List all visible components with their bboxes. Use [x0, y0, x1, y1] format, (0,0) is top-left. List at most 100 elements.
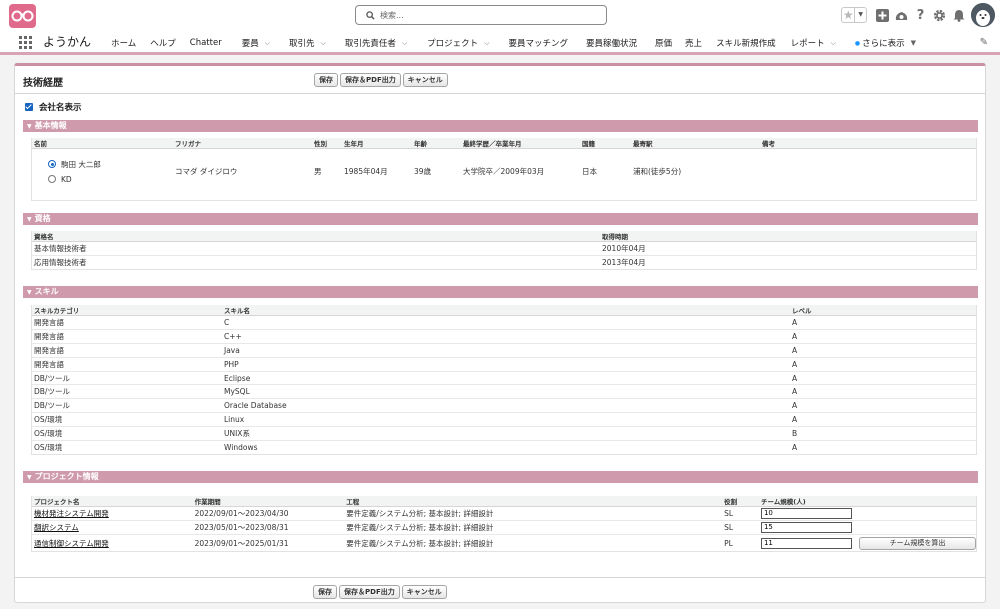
collapse-triangle-icon[interactable]: ▼ [27, 123, 32, 130]
project-period: 2023/05/01～2023/08/31 [192, 520, 345, 535]
collapse-triangle-icon[interactable]: ▼ [27, 216, 32, 223]
name-option-initials[interactable]: KD [34, 172, 173, 187]
project-role: SL [722, 506, 759, 521]
section-header-projects[interactable]: ▼ プロジェクト情報 [23, 471, 978, 483]
save-pdf-button[interactable]: 保存＆PDF出力 [340, 73, 401, 87]
company-display-label: 会社名表示 [39, 103, 82, 113]
skill-name: C++ [222, 329, 790, 344]
nav-tab-item[interactable]: Chatter [190, 31, 222, 55]
app-logo[interactable] [9, 4, 36, 28]
nav-tab-label: 売上 [685, 39, 703, 49]
chevron-down-icon[interactable]: ⌵ [321, 39, 326, 48]
chevron-down-icon[interactable]: ▼ [911, 39, 916, 47]
chevron-down-icon[interactable]: ⌵ [831, 39, 836, 48]
company-display-checkbox[interactable]: 会社名表示 [25, 101, 82, 113]
qualifications-box: 資格名 取得時期 基本情報技術者 2010年04月 応用情報技術者 2013年04月 [31, 231, 977, 271]
col-gender: 性別 [312, 138, 342, 149]
calculate-team-size-button[interactable]: チーム規模を算出 [859, 536, 976, 550]
global-search[interactable] [355, 5, 607, 25]
app-name: ようかん [43, 35, 92, 49]
project-process: 要件定義/システム分析; 基本設計; 詳細設計 [344, 506, 723, 521]
nav-tab-item[interactable]: ● さらに表示 ▼ [855, 31, 916, 55]
radio-unselected-icon[interactable] [48, 175, 56, 184]
nav-tab-item[interactable]: 取引先責任者 ⌵ [345, 31, 407, 55]
nav-tab-label: 要員稼働状況 [586, 39, 638, 49]
project-name-link[interactable]: 通信制御システム開発 [34, 539, 109, 548]
checkbox-checked-icon[interactable] [25, 103, 33, 111]
save-pdf-button[interactable]: 保存＆PDF出力 [339, 585, 400, 599]
save-button[interactable]: 保存 [313, 585, 337, 599]
nav-tab-item[interactable]: 要員稼働状況 [586, 31, 637, 55]
table-row: DB/ツール Oracle Database A [32, 398, 976, 414]
collapse-triangle-icon[interactable]: ▼ [27, 474, 32, 481]
chevron-down-icon[interactable]: ⌵ [402, 39, 407, 48]
qualification-name: 基本情報技術者 [32, 241, 600, 256]
chevron-down-icon[interactable]: ⌵ [484, 39, 489, 48]
section-header-basic[interactable]: ▼ 基本情報 [23, 120, 978, 132]
app-launcher-icon[interactable] [19, 36, 32, 49]
cancel-button[interactable]: キャンセル [402, 73, 448, 87]
basic-info-box: 名前 フリガナ 性別 生年月 年齢 最終学歴／卒業年月 国籍 最寄駅 備考 駒田… [31, 138, 977, 201]
plus-icon[interactable] [873, 6, 892, 24]
team-size-input[interactable] [760, 537, 852, 549]
name-options: 駒田 大二郎 KD [32, 149, 173, 195]
help-icon[interactable]: ? [911, 6, 930, 24]
section-header-qualifications[interactable]: ▼ 資格 [23, 213, 978, 225]
qualification-date: 2010年04月 [600, 241, 976, 256]
col-qualification-date: 取得時期 [600, 231, 976, 242]
star-icon[interactable]: ★ [842, 8, 854, 22]
skill-category: DB/ツール [32, 371, 222, 386]
trailhead-icon[interactable] [892, 6, 911, 24]
chevron-down-icon[interactable]: ▼ [854, 8, 866, 22]
top-button-row: 保存 保存＆PDF出力 キャンセル [314, 73, 450, 87]
project-name-link[interactable]: 機材発注システム開発 [34, 509, 109, 518]
project-name-link[interactable]: 翻訳システム [34, 523, 79, 532]
nav-tab-item[interactable]: ホーム [111, 31, 136, 55]
col-birth: 生年月 [342, 138, 412, 149]
project-process: 要件定義/システム分析; 基本設計; 詳細設計 [346, 538, 494, 548]
section-header-skills[interactable]: ▼ スキル [23, 286, 978, 298]
section-title: 資格 [34, 214, 51, 223]
search-input[interactable] [380, 8, 600, 22]
skill-level: A [790, 329, 976, 344]
nav-tab-item[interactable]: スキル新規作成 [716, 31, 776, 55]
nav-tab-item[interactable]: 要員 ⌵ [242, 31, 270, 55]
user-avatar-icon [971, 3, 995, 27]
header-utility-icons: ★ ▼ ? [841, 6, 968, 24]
gear-icon[interactable] [930, 6, 949, 24]
projects-box: プロジェクト名 作業期間 工程 役割 チーム規模(人) 機材発注システム開発 20… [31, 496, 977, 553]
table-row: 駒田 大二郎 KD コマダ ダイジロウ 男 1985年04月 39歳 大学院卒／… [32, 149, 976, 195]
skill-level: A [790, 357, 976, 372]
nav-tab-item[interactable]: 要員マッチング [509, 31, 569, 55]
skill-level: B [790, 426, 976, 442]
bell-icon[interactable] [949, 6, 968, 24]
collapse-triangle-icon[interactable]: ▼ [27, 289, 32, 296]
section-title: スキル [34, 287, 59, 296]
name-option-full[interactable]: 駒田 大二郎 [34, 157, 173, 172]
nav-tab-item[interactable]: 原価 [655, 31, 672, 55]
radio-selected-icon[interactable] [48, 160, 56, 169]
divider [15, 93, 985, 94]
cancel-button[interactable]: キャンセル [401, 585, 447, 599]
edit-nav-icon[interactable]: ✎ [980, 37, 988, 48]
nav-tab-item[interactable]: 取引先 ⌵ [289, 31, 326, 55]
skill-level: A [790, 315, 976, 330]
nav-tab-item[interactable]: ヘルプ [150, 31, 176, 55]
nav-tab-item[interactable]: 売上 [685, 31, 702, 55]
skills-table: スキルカテゴリ スキル名 レベル 開発言語 C A 開発言語 C++ A 開発言語 Java A… [32, 305, 976, 454]
basic-info-table: 名前 フリガナ 性別 生年月 年齢 最終学歴／卒業年月 国籍 最寄駅 備考 駒田… [32, 138, 976, 195]
nav-tab-item[interactable]: レポート ⌵ [791, 31, 836, 55]
nav-tab-item[interactable]: プロジェクト ⌵ [427, 31, 489, 55]
save-button[interactable]: 保存 [314, 73, 338, 87]
skill-name: Oracle Database [222, 398, 790, 414]
team-size-input[interactable] [760, 507, 852, 519]
favorites-button[interactable]: ★ ▼ [841, 7, 867, 23]
avatar[interactable] [971, 3, 995, 27]
action-cell: チーム規模を算出 [857, 534, 976, 551]
action-cell [857, 506, 976, 521]
team-size-input[interactable] [760, 521, 852, 533]
nav-tab-label: ヘルプ [150, 39, 176, 49]
bottom-button-row: 保存 保存＆PDF出力 キャンセル [313, 585, 449, 599]
education-value: 大学院卒／2009年03月 [463, 167, 545, 177]
chevron-down-icon[interactable]: ⌵ [265, 39, 270, 48]
